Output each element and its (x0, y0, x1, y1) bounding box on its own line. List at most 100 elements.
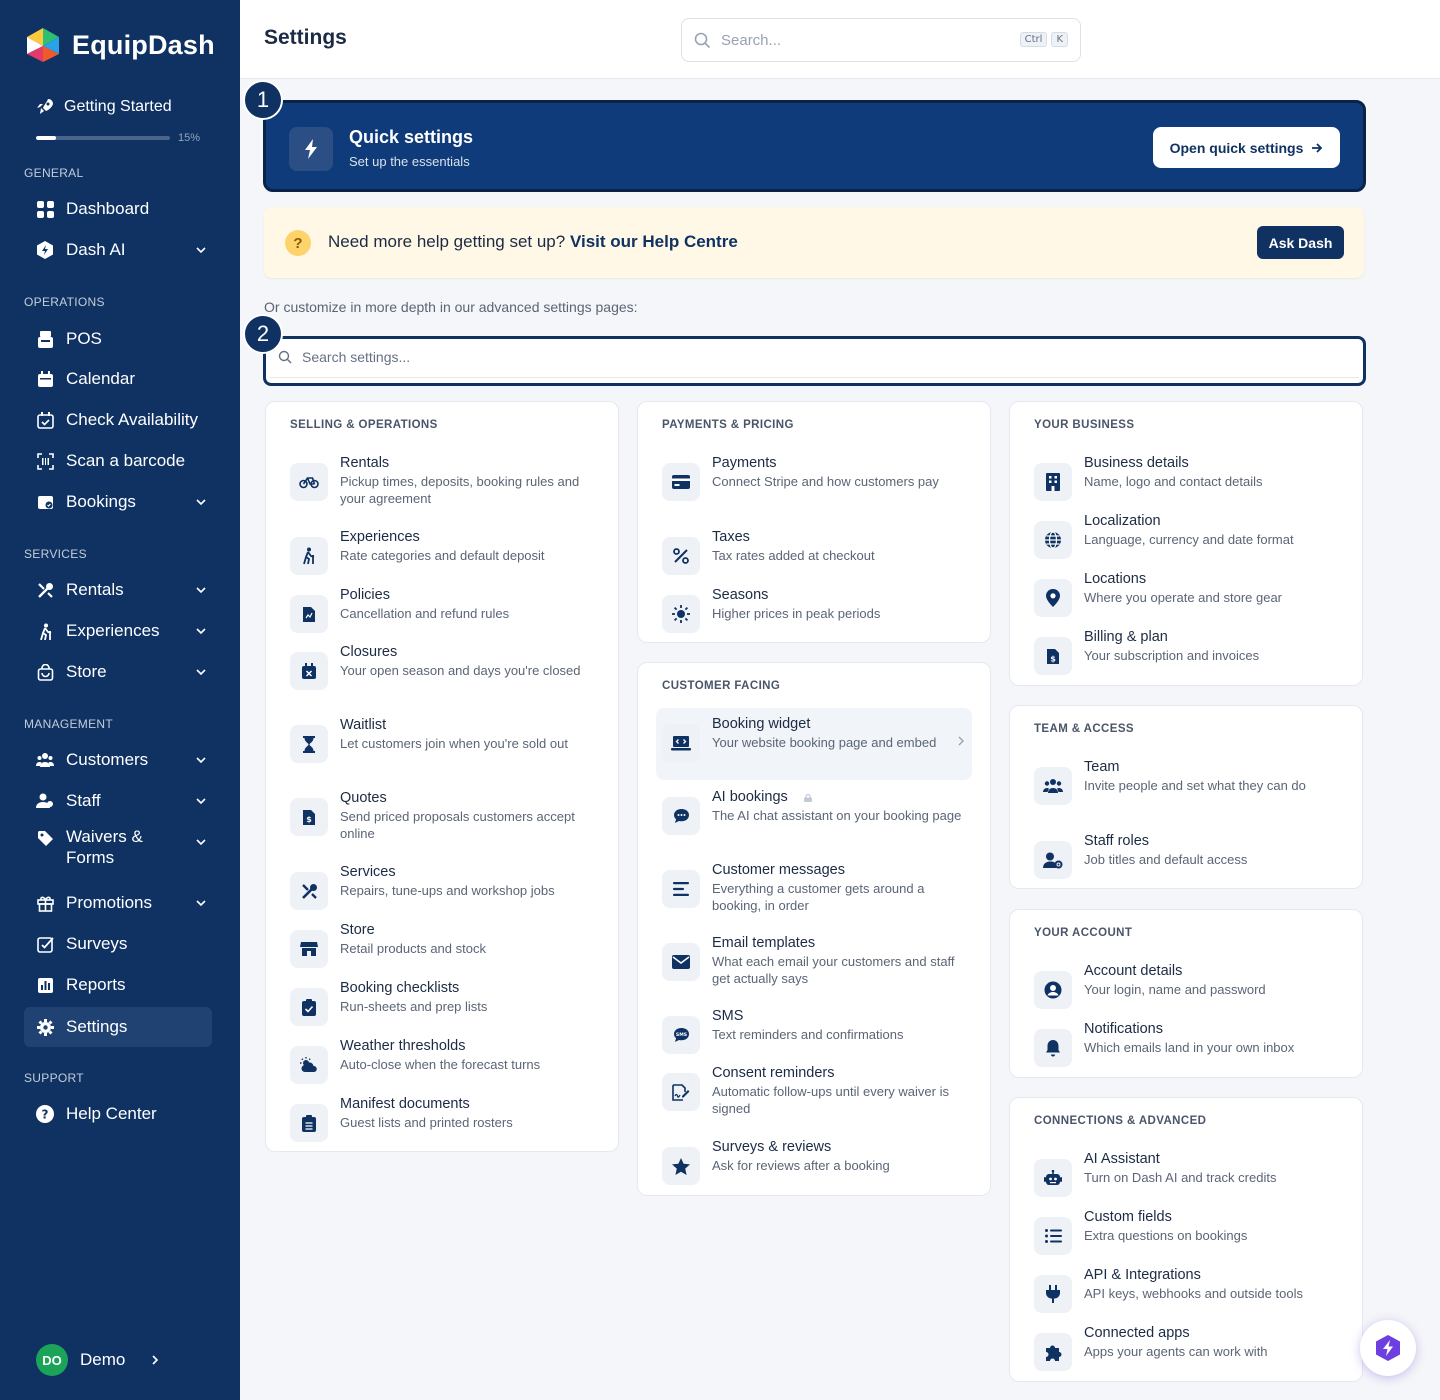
settings-item-customer-messages[interactable]: Customer messages Everything a customer g… (656, 862, 972, 918)
getting-started[interactable]: Getting Started 15% (36, 98, 216, 144)
settings-item-seasons[interactable]: Seasons Higher prices in peak periods (656, 587, 972, 643)
sidebar-item-customers[interactable]: Customers (24, 740, 212, 780)
calendar-check-icon (36, 411, 54, 429)
sidebar-item-waivers-forms[interactable]: Waivers & Forms (24, 822, 212, 874)
section-general: GENERAL (24, 166, 84, 180)
open-quick-settings-button[interactable]: Open quick settings (1153, 127, 1340, 168)
settings-item-waitlist[interactable]: Waitlist Let customers join when you're s… (284, 717, 600, 773)
chevron-down-icon[interactable] (194, 583, 208, 597)
dash-ai-fab[interactable] (1360, 1320, 1416, 1376)
sidebar-item-label: Promotions (66, 893, 152, 912)
settings-item-business-details[interactable]: Business details Name, logo and contact d… (1028, 455, 1344, 511)
chevron-down-icon[interactable] (194, 665, 208, 679)
settings-item-ai-assistant[interactable]: AI Assistant Turn on Dash AI and track cr… (1028, 1151, 1344, 1207)
chevron-down-icon[interactable] (194, 624, 208, 638)
item-description: Retail products and stock (340, 941, 486, 956)
item-title: Consent reminders (712, 1065, 835, 1081)
item-title: Business details (1084, 455, 1189, 471)
tools-icon (36, 581, 54, 599)
chevron-down-icon[interactable] (194, 495, 208, 509)
settings-item-experiences[interactable]: Experiences Rate categories and default d… (284, 529, 600, 585)
lock-icon (804, 794, 813, 802)
svg-text:$: $ (1050, 654, 1056, 663)
sidebar-item-label: POS (66, 329, 102, 348)
puzzle-icon (1034, 1333, 1072, 1371)
sidebar-item-dashboard[interactable]: Dashboard (24, 189, 212, 229)
settings-item-ai-bookings[interactable]: AI bookings The AI chat assistant on your… (656, 789, 972, 845)
item-description: Your subscription and invoices (1084, 648, 1260, 663)
sidebar-item-pos[interactable]: POS (24, 319, 212, 359)
item-title: Team (1084, 759, 1120, 775)
settings-item-localization[interactable]: Localization Language, currency and date … (1028, 513, 1344, 569)
settings-item-policies[interactable]: Policies Cancellation and refund rules (284, 587, 600, 643)
settings-item-connected-apps[interactable]: Connected apps Apps your agents can work … (1028, 1325, 1344, 1381)
sidebar-item-staff[interactable]: Staff (24, 781, 212, 821)
settings-item-email-templates[interactable]: Email templates What each email your cust… (656, 935, 972, 991)
settings-item-services[interactable]: Services Repairs, tune-ups and workshop j… (284, 864, 600, 920)
sidebar-item-experiences[interactable]: Experiences (24, 611, 212, 651)
ask-dash-button[interactable]: Ask Dash (1257, 226, 1344, 259)
settings-item-surveys-reviews[interactable]: Surveys & reviews Ask for reviews after a… (656, 1139, 972, 1195)
settings-item-booking-widget[interactable]: Booking widget Your website booking page … (656, 708, 972, 780)
settings-item-store[interactable]: Store Retail products and stock (284, 922, 600, 978)
item-description: Pickup times, deposits, booking rules an… (340, 474, 580, 506)
register-icon (36, 330, 54, 348)
card-title: YOUR ACCOUNT (1034, 927, 1133, 939)
sidebar-item-bookings[interactable]: Bookings (24, 482, 212, 522)
sidebar-item-check-availability[interactable]: Check Availability (24, 400, 212, 440)
settings-item-closures[interactable]: Closures Your open season and days you're… (284, 644, 600, 700)
settings-item-payments[interactable]: Payments Connect Stripe and how customers… (656, 455, 972, 511)
item-title: Experiences (340, 529, 420, 545)
sidebar-item-calendar[interactable]: Calendar (24, 359, 212, 399)
settings-item-team[interactable]: Team Invite people and set what they can … (1028, 759, 1344, 815)
chevron-down-icon[interactable] (194, 753, 208, 767)
settings-item-taxes[interactable]: Taxes Tax rates added at checkout (656, 529, 972, 585)
item-title: Rentals (340, 455, 390, 471)
sidebar-item-rentals[interactable]: Rentals (24, 570, 212, 610)
global-search[interactable]: Search... Ctrl K (681, 18, 1081, 62)
settings-search[interactable]: Search settings... (263, 336, 1366, 386)
team-icon (1034, 767, 1072, 805)
settings-item-manifest-documents[interactable]: Manifest documents Guest lists and printe… (284, 1096, 600, 1152)
user-menu[interactable]: DO Demo (36, 1344, 161, 1376)
card-title: PAYMENTS & PRICING (662, 419, 794, 431)
chevron-down-icon[interactable] (194, 794, 208, 808)
sidebar-item-dash-ai[interactable]: Dash AI (24, 230, 212, 270)
settings-item-booking-checklists[interactable]: Booking checklists Run-sheets and prep li… (284, 980, 600, 1036)
arrow-right-icon (1312, 142, 1323, 153)
sidebar-item-label: Help Center (66, 1104, 157, 1123)
item-title: SMS (712, 1008, 744, 1024)
settings-item-notifications[interactable]: Notifications Which emails land in your o… (1028, 1021, 1344, 1077)
help-centre-link[interactable]: Visit our Help Centre (570, 232, 738, 251)
card-title: YOUR BUSINESS (1034, 419, 1135, 431)
settings-item-custom-fields[interactable]: Custom fields Extra questions on bookings (1028, 1209, 1344, 1265)
settings-item-weather-thresholds[interactable]: Weather thresholds Auto-close when the fo… (284, 1038, 600, 1094)
avatar: DO (36, 1344, 68, 1376)
sidebar-item-promotions[interactable]: Promotions (24, 883, 212, 923)
item-title: Locations (1084, 571, 1147, 587)
settings-item-rentals[interactable]: Rentals Pickup times, deposits, booking r… (284, 455, 600, 511)
item-description: Name, logo and contact details (1084, 474, 1263, 489)
settings-item-account-details[interactable]: Account details Your login, name and pass… (1028, 963, 1344, 1019)
settings-item-billing-plan[interactable]: $ Billing & plan Your subscription and inv… (1028, 629, 1344, 685)
card-team-access: TEAM & ACCESS Team Invite people and set … (1009, 705, 1363, 889)
sidebar-item-reports[interactable]: Reports (24, 965, 212, 1005)
chevron-down-icon[interactable] (194, 896, 208, 910)
sidebar-item-surveys[interactable]: Surveys (24, 924, 212, 964)
sidebar-item-help-center[interactable]: ? Help Center (24, 1094, 212, 1134)
settings-item-consent-reminders[interactable]: Consent reminders Automatic follow-ups un… (656, 1065, 972, 1121)
brand[interactable]: EquipDash (24, 26, 215, 64)
card-connections-advanced: CONNECTIONS & ADVANCED AI Assistant Turn … (1009, 1097, 1363, 1382)
settings-item-locations[interactable]: Locations Where you operate and store gea… (1028, 571, 1344, 627)
settings-item-sms[interactable]: SMS SMS Text reminders and confirmations (656, 1008, 972, 1064)
sidebar-item-store[interactable]: Store (24, 652, 212, 692)
sidebar-item-settings[interactable]: Settings (24, 1007, 212, 1047)
annotation-badge-2: 2 (243, 314, 283, 354)
sidebar-item-scan-barcode[interactable]: Scan a barcode (24, 441, 212, 481)
settings-item-staff-roles[interactable]: Staff roles Job titles and default access (1028, 833, 1344, 889)
settings-item-quotes[interactable]: $ Quotes Send priced proposals customers a… (284, 790, 600, 846)
chevron-down-icon[interactable] (194, 243, 208, 257)
settings-item-api-integrations[interactable]: API & Integrations API keys, webhooks and… (1028, 1267, 1344, 1323)
envelope-icon (662, 943, 700, 981)
chevron-down-icon[interactable] (194, 835, 208, 849)
